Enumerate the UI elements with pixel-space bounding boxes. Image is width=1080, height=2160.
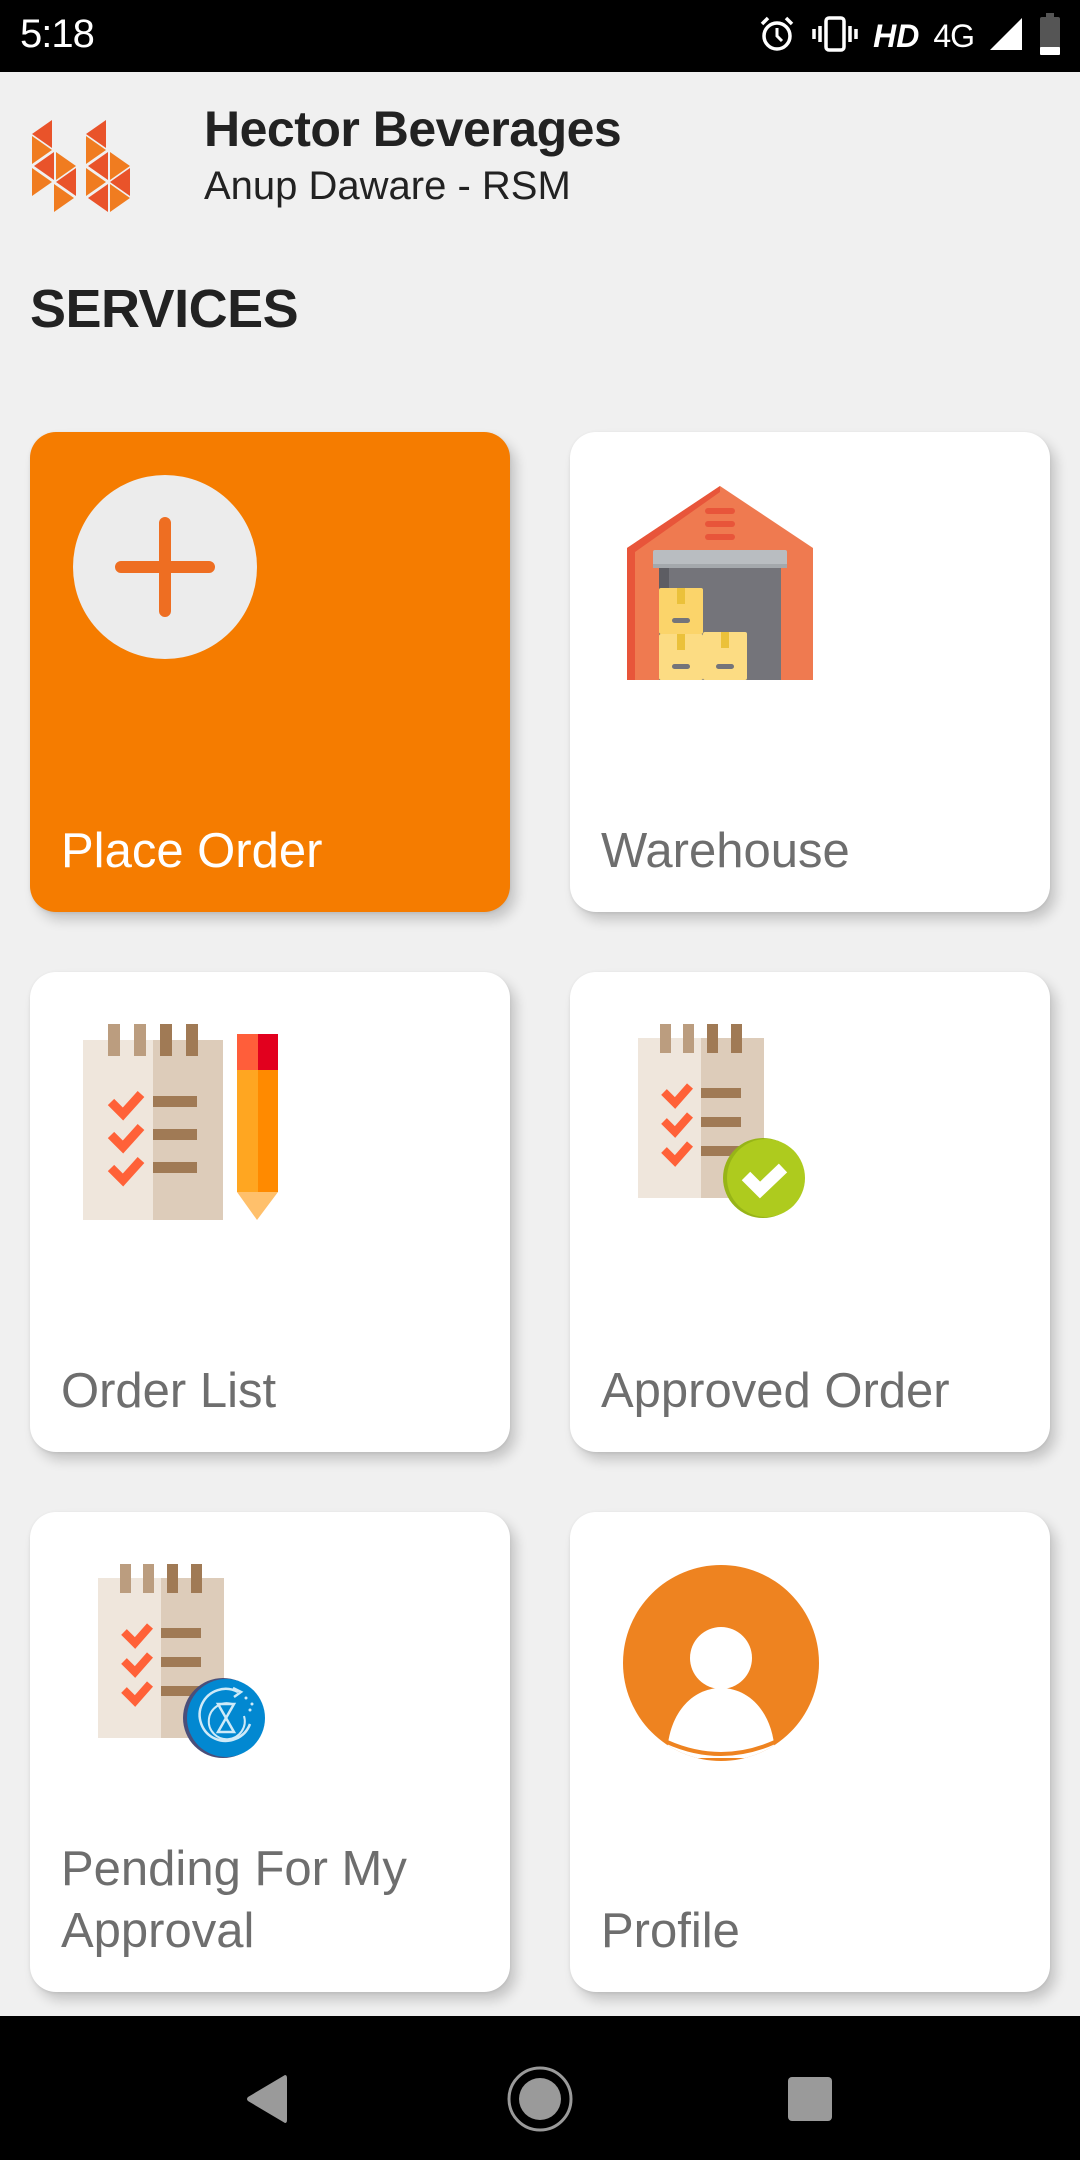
hd-icon: HD: [873, 17, 920, 54]
checklist-approved-icon: [638, 1024, 808, 1229]
home-button[interactable]: [495, 2056, 585, 2146]
status-icons: HD 4G: [757, 12, 1062, 60]
pending-approval-tile[interactable]: Pending For My Approval: [30, 1512, 510, 1992]
home-icon: [506, 2065, 574, 2138]
battery-icon: [1038, 12, 1062, 60]
user-profile-icon: [622, 1564, 820, 1767]
status-bar: 5:18 HD 4G: [0, 0, 1080, 72]
company-name: Hector Beverages: [204, 101, 622, 157]
vibrate-icon: [811, 14, 859, 59]
place-order-tile[interactable]: Place Order: [30, 432, 510, 912]
tile-label: Profile: [601, 1903, 740, 1958]
profile-tile[interactable]: Profile: [570, 1512, 1050, 1992]
order-list-tile[interactable]: Order List: [30, 972, 510, 1452]
approved-order-tile[interactable]: Approved Order: [570, 972, 1050, 1452]
app-header: Hector Beverages Anup Daware - RSM: [0, 72, 1080, 222]
recents-icon: [787, 2076, 833, 2127]
alarm-icon: [757, 14, 797, 59]
checklist-pending-icon: [98, 1564, 268, 1769]
signal-icon: [988, 16, 1024, 57]
user-role: Anup Daware - RSM: [204, 164, 571, 208]
recents-button[interactable]: [765, 2056, 855, 2146]
system-nav-bar: [0, 2016, 1080, 2160]
back-button[interactable]: [222, 2056, 312, 2146]
tile-label: Warehouse: [601, 823, 850, 878]
tile-label: Place Order: [61, 823, 323, 878]
tile-label: Order List: [61, 1363, 277, 1418]
section-title: SERVICES: [30, 279, 299, 339]
tile-label: Approved Order: [601, 1363, 950, 1418]
4g-icon: 4G: [933, 17, 975, 54]
status-time: 5:18: [20, 12, 95, 56]
tile-label: Pending For My Approval: [61, 1841, 407, 1958]
warehouse-icon: [627, 486, 813, 685]
back-icon: [245, 2073, 289, 2130]
checklist-pencil-icon: [83, 1024, 283, 1229]
warehouse-tile[interactable]: Warehouse: [570, 432, 1050, 912]
hector-logo-icon: [32, 120, 164, 220]
add-circle-icon: [73, 475, 257, 664]
